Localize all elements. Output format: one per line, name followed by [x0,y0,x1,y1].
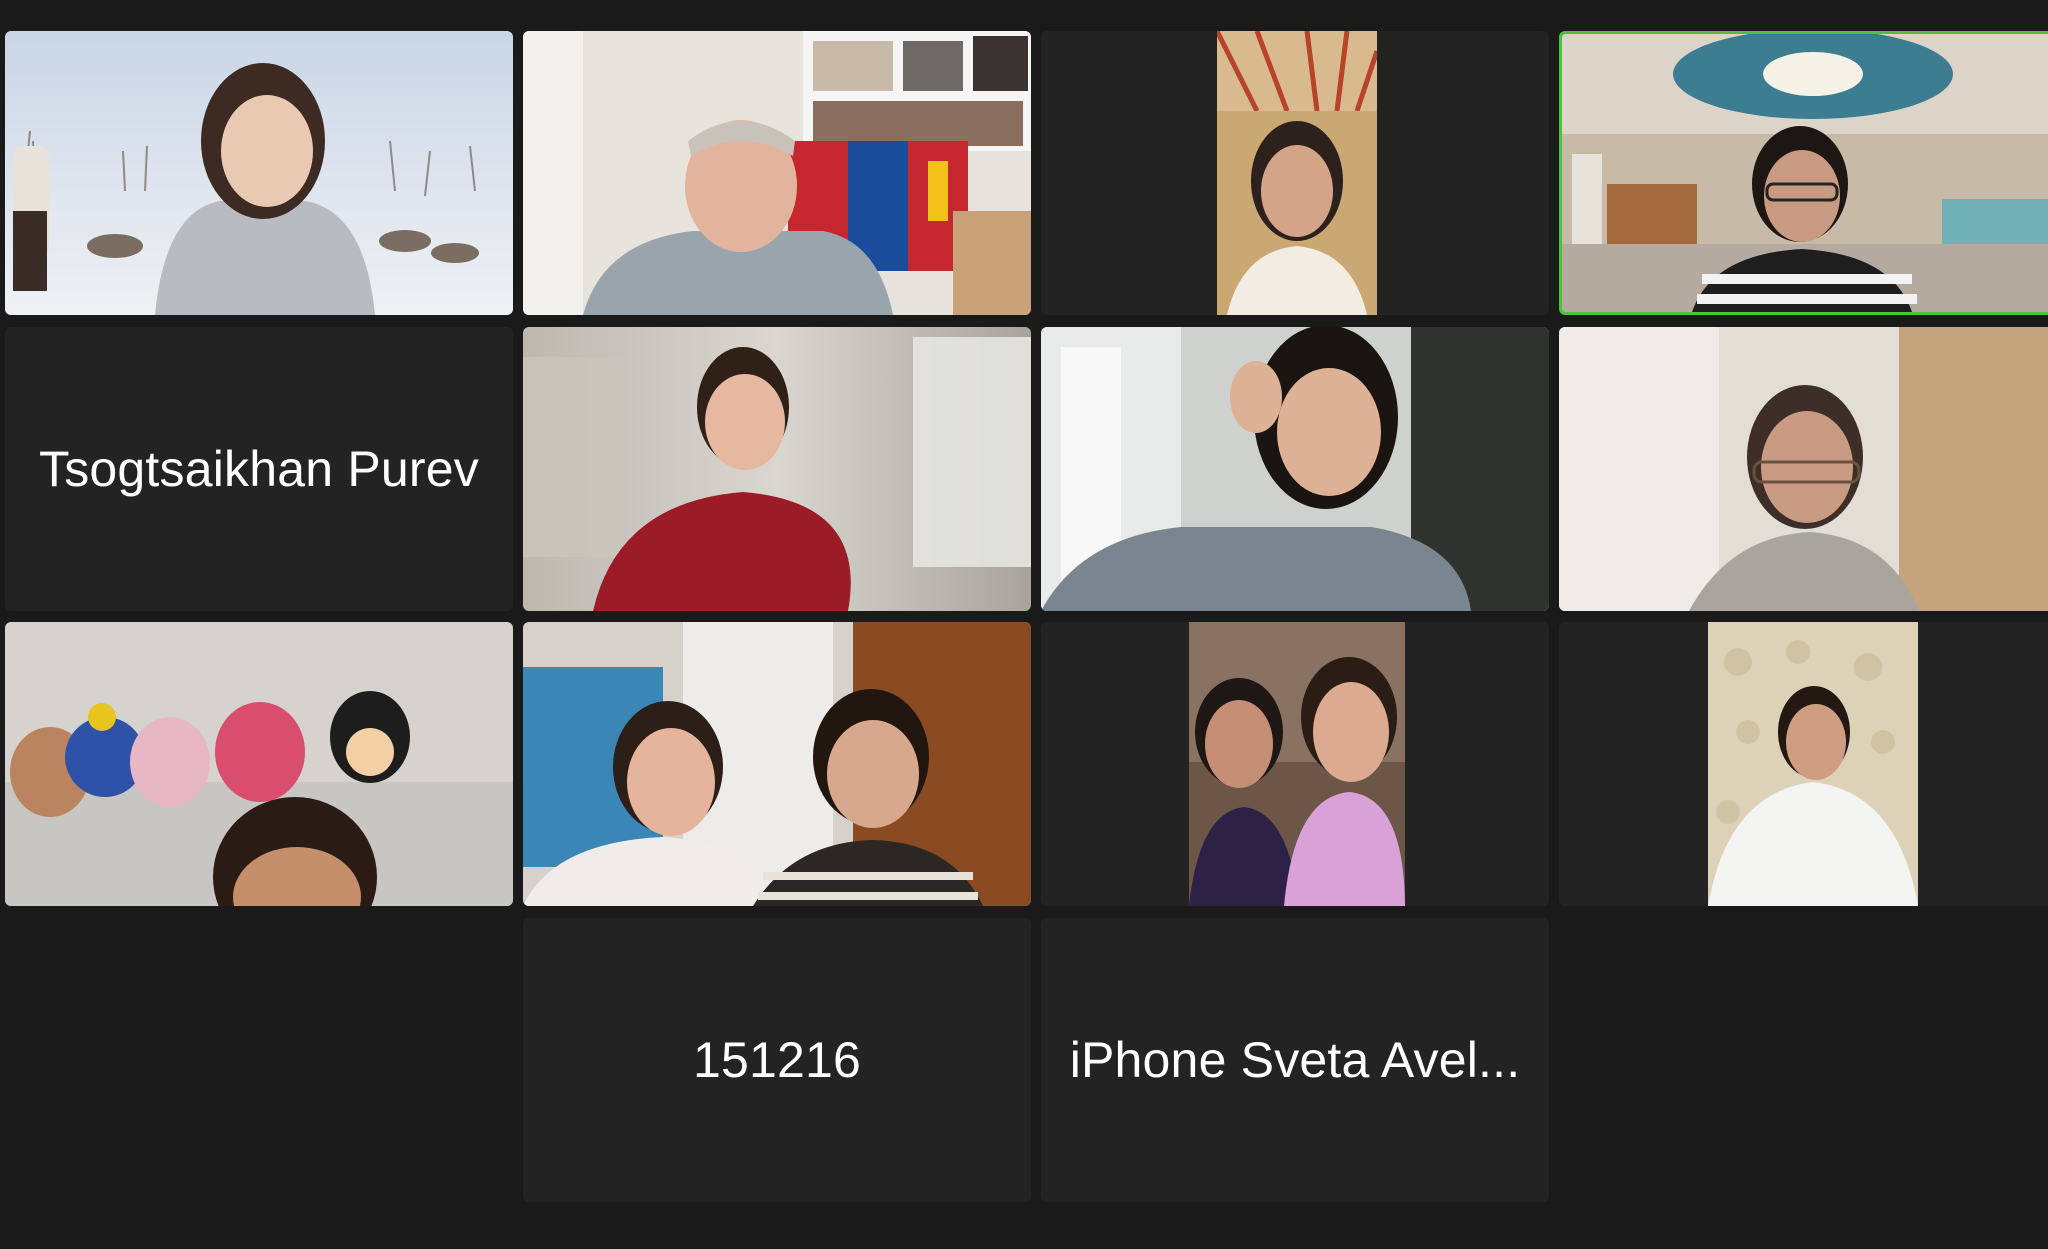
participant-tile-9[interactable] [5,622,513,906]
participant-video-1 [5,31,513,315]
participant-tile-5[interactable]: Tsogtsaikhan Purev [5,327,513,611]
participant-video-4 [1562,34,2048,312]
participant-video-6 [523,327,1031,611]
participant-name: 151216 [692,1032,862,1088]
participant-tile-7[interactable] [1041,327,1549,611]
participant-video-7 [1041,327,1549,611]
participant-video-11 [1189,622,1405,906]
participant-name: iPhone Sveta Avel... [1069,1032,1521,1088]
participant-video-12 [1708,622,1918,906]
participant-tile-11[interactable] [1041,622,1549,906]
participant-tile-4-active-speaker[interactable] [1559,31,2048,315]
participant-name: Tsogtsaikhan Purev [39,441,479,497]
participant-tile-1[interactable] [5,31,513,315]
gallery-grid: Tsogtsaikhan Purev 151216 iPhone Sveta A… [0,0,2048,1249]
participant-tile-10[interactable] [523,622,1031,906]
participant-tile-13[interactable]: 151216 [523,918,1031,1202]
participant-video-9 [5,622,513,906]
participant-video-2 [523,31,1031,315]
participant-video-8 [1559,327,2048,611]
participant-tile-3[interactable] [1041,31,1549,315]
participant-tile-6[interactable] [523,327,1031,611]
participant-tile-14[interactable]: iPhone Sveta Avel... [1041,918,1549,1202]
participant-tile-12[interactable] [1559,622,2048,906]
participant-video-10 [523,622,1031,906]
participant-tile-8[interactable] [1559,327,2048,611]
participant-video-3 [1217,31,1377,315]
participant-tile-2[interactable] [523,31,1031,315]
